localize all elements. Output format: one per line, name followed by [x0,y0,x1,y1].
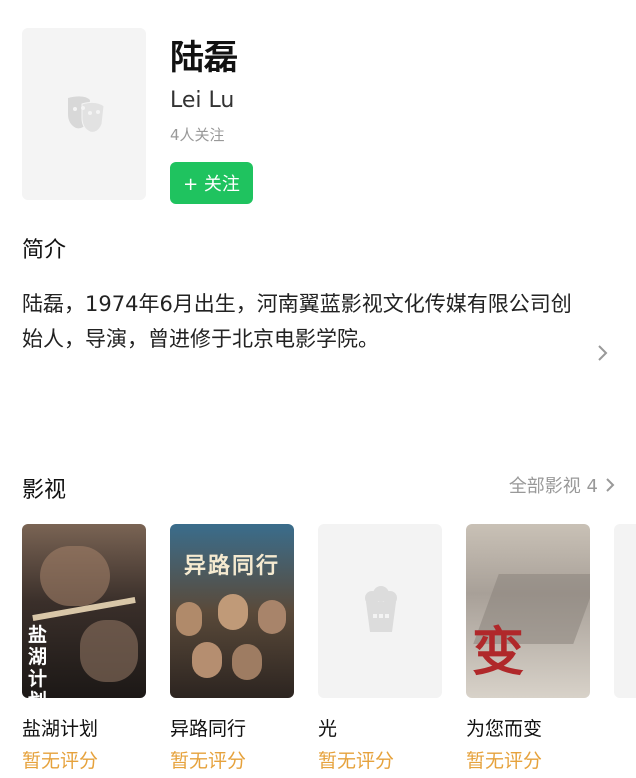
poster-title-text: 盐湖计划 [28,624,48,698]
work-poster[interactable]: 异路同行 [170,524,294,698]
work-poster[interactable]: 盐湖计划 [22,524,146,698]
follow-button[interactable]: + 关注 [170,162,253,204]
work-card[interactable]: 异路同行 异路同行 暂无评分 [170,524,296,772]
work-title: 盐湖计划 [22,718,99,740]
work-title: 光 [318,718,338,740]
work-card-partial[interactable] [614,524,636,698]
work-poster-placeholder[interactable] [318,524,442,698]
work-title: 为您而变 [466,718,543,740]
work-card[interactable]: 光 暂无评分 [318,524,444,772]
intro-heading: 简介 [22,238,67,263]
person-english-name: Lei Lu [170,88,235,113]
work-poster[interactable]: 变 [466,524,590,698]
intro-text[interactable]: 陆磊，1974年6月出生，河南翼蓝影视文化传媒有限公司创始人，导演，曾进修于北京… [22,287,582,357]
poster-title-text: 变 [472,623,525,683]
chevron-right-icon [606,478,615,492]
chevron-right-icon[interactable] [596,343,610,363]
work-rating: 暂无评分 [466,750,543,772]
work-rating: 暂无评分 [318,750,395,772]
work-card[interactable]: 盐湖计划 盐湖计划 暂无评分 [22,524,148,772]
work-card[interactable]: 变 为您而变 暂无评分 [466,524,592,772]
follower-count: 4人关注 [170,126,225,144]
work-title: 异路同行 [170,718,247,740]
poster-title-text: 异路同行 [183,554,280,579]
all-works-label: 全部影视 4 [508,476,598,497]
theater-mask-icon [68,96,105,133]
work-rating: 暂无评分 [170,750,247,772]
avatar-placeholder [22,28,146,200]
work-rating: 暂无评分 [22,750,99,772]
all-works-link[interactable]: 全部影视 4 [509,472,616,498]
works-heading: 影视 [22,478,67,503]
popcorn-icon [365,586,397,632]
person-name: 陆磊 [170,38,238,78]
